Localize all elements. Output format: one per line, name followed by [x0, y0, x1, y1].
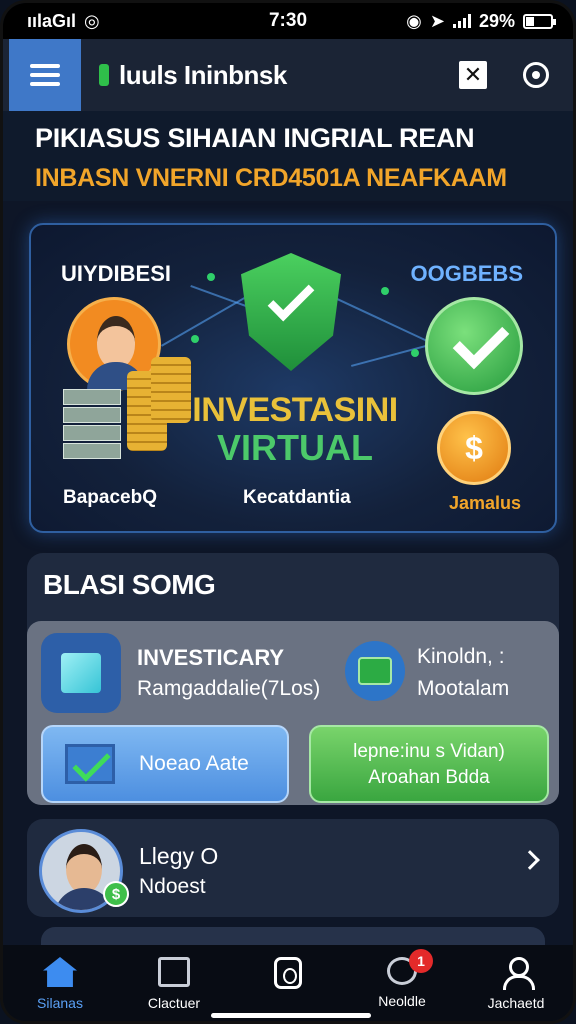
nav-label: Jachaetd	[487, 995, 545, 1011]
hero-top-left-label: UIYDIBESI	[61, 261, 172, 286]
app-bar: luuls Ininbnsk ✕	[3, 39, 573, 111]
battery-icon	[523, 13, 556, 29]
home-indicator	[211, 1013, 371, 1018]
profile-row[interactable]: $ Llegy O Ndoest	[27, 819, 559, 917]
chart-check-icon	[65, 744, 115, 784]
app-bar-actions: ✕	[459, 61, 573, 89]
hero-top-right-label: OOGBEBS	[410, 261, 523, 286]
nav-label: Clactuer	[147, 995, 201, 1011]
cellular-icon	[452, 14, 471, 28]
check-circle-icon	[425, 297, 523, 395]
location-icon: ➤	[429, 10, 445, 31]
status-left: ıılaGıl ◎	[27, 11, 100, 32]
headline-banner: PIKIASUS SIHAIAN INGRIAL REAN INBASN VNE…	[3, 111, 573, 201]
battery-percent: 29%	[478, 10, 515, 31]
status-time: 7:30	[268, 10, 308, 31]
primary-action-label: Noeao Aate	[139, 752, 249, 775]
hero-bottom-right-label: Jamalus	[448, 493, 521, 513]
alarm-icon: ◉	[406, 10, 422, 31]
notification-badge: 1	[409, 949, 433, 973]
nav-item-home[interactable]: Silanas	[3, 945, 117, 1021]
nav-label: Neoldle	[378, 993, 426, 1009]
close-icon: ✕	[463, 62, 483, 87]
wallet-icon	[274, 957, 302, 989]
app-title: luuls Ininbnsk	[99, 60, 287, 91]
nav-item-profile[interactable]: Jachaetd	[459, 945, 573, 1021]
secondary-action-button[interactable]: lepne:inu s Vidan) Aroahan Bdda	[309, 725, 549, 803]
status-bar: ıılaGıl ◎ 7:30 ◉ ➤ 29%	[3, 3, 573, 39]
headline-line2: INBASN VNERNI CRD4501A NEAFKAAM	[35, 164, 507, 192]
item-title: Kinoldn, :	[417, 645, 505, 668]
primary-action-button[interactable]: Noeao Aate	[41, 725, 289, 803]
hero-bottom-left-label: BapacebQ	[63, 487, 157, 508]
money-badge-icon: $	[103, 881, 129, 907]
home-icon	[43, 957, 77, 987]
coin-circle-icon: $	[437, 411, 511, 485]
cube-icon	[41, 633, 121, 713]
headline-line1: PIKIASUS SIHAIAN INGRIAL REAN	[35, 123, 475, 153]
app-logo-icon	[99, 64, 109, 86]
secondary-action-line1: lepne:inu s Vidan)	[353, 741, 505, 762]
investment-section: BLASI SOMG INVESTICARY Ramgaddalie(7Los)…	[27, 553, 559, 805]
profile-subtitle: Ndoest	[139, 875, 206, 898]
item-subtitle: Mootalam	[417, 677, 510, 700]
status-right: ◉ ➤ 29%	[406, 10, 556, 32]
section-title: BLASI SOMG	[43, 569, 216, 600]
section-panel: INVESTICARY Ramgaddalie(7Los) Kinoldn, :…	[27, 621, 559, 805]
hamburger-icon	[30, 64, 60, 68]
money-icon	[345, 641, 405, 701]
profile-name: Llegy O	[139, 843, 219, 869]
carrier-label: ıılaGıl	[27, 10, 77, 31]
calendar-icon	[158, 957, 190, 987]
phone-screen: ıılaGıl ◎ 7:30 ◉ ➤ 29% luuls Ininbnsk ✕ …	[0, 0, 576, 1024]
close-button[interactable]: ✕	[459, 61, 487, 89]
user-icon	[501, 957, 535, 990]
item-title: INVESTICARY	[137, 645, 285, 670]
chevron-right-icon	[520, 850, 540, 870]
menu-button[interactable]	[9, 39, 81, 111]
nav-label: Silanas	[37, 995, 83, 1011]
hero-card[interactable]: UIYDIBESI OOGBEBS INVESTASINI VIRTUAL $ …	[29, 223, 557, 533]
app-title-text: luuls Ininbnsk	[119, 59, 287, 90]
signal-icon: ◎	[84, 10, 100, 31]
item-subtitle: Ramgaddalie(7Los)	[137, 677, 321, 700]
secondary-action-line2: Aroahan Bdda	[368, 766, 490, 788]
hero-bottom-center-label: Kecatdantia	[243, 487, 351, 508]
settings-icon[interactable]	[523, 62, 549, 88]
